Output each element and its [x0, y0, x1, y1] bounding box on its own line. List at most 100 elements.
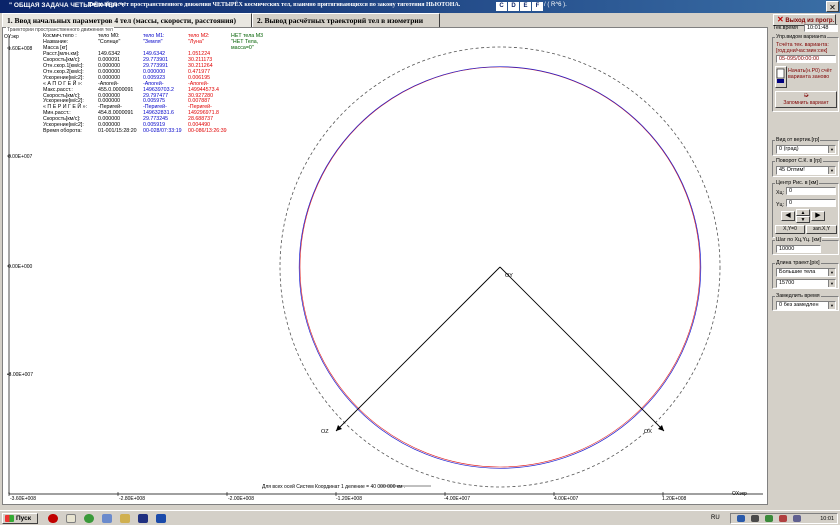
move-up-button[interactable]: ▲: [796, 209, 810, 216]
info-value-v3: масса=0": [231, 44, 254, 51]
x-tick-label: -1.20E+008: [336, 496, 362, 502]
start-button[interactable]: Пуск: [2, 513, 38, 524]
step-input[interactable]: 10000: [776, 245, 821, 253]
tray-icon[interactable]: [779, 515, 787, 522]
app-green-icon[interactable]: [84, 514, 94, 523]
app-blue-icon[interactable]: [138, 514, 148, 523]
oz-label: OZ: [321, 429, 329, 435]
window-close-button[interactable]: ✕: [826, 1, 839, 12]
y-axis-name: OYэкр: [4, 34, 19, 40]
move-right-button[interactable]: ▶: [811, 211, 825, 221]
info-value-v0: "Солнце": [98, 38, 121, 45]
letter-f: F: [532, 2, 543, 11]
view-angle-value: 0 (град): [779, 146, 799, 152]
reset-xy-button[interactable]: X,Y=0: [775, 225, 805, 234]
move-left-button[interactable]: ◀: [781, 211, 795, 221]
folder-icon[interactable]: [102, 514, 112, 523]
time-label: Тек.время: [773, 25, 798, 31]
slowdown-value: 0 без замедлен: [779, 302, 819, 308]
info-value-v1: "Земля": [143, 38, 163, 45]
view-group: Вид от вертик.[гр] 0 (град) ▼: [772, 137, 839, 156]
document-icon: [776, 68, 785, 83]
yc-input[interactable]: 0: [786, 199, 836, 207]
scale-note: Для всех осей Систем Координат 1 деление…: [262, 483, 405, 490]
length-bodies-select[interactable]: Большие тела ▼: [776, 268, 836, 277]
language-indicator[interactable]: RU: [711, 515, 720, 521]
taskbar: Пуск RU 10:01: [0, 510, 840, 525]
exit-icon: ✕: [777, 15, 784, 24]
yc-label: Yц:: [776, 202, 785, 208]
rotation-value: 45 Оптим!: [779, 167, 805, 173]
window-subtitle: Точный расчёт пространственного движения…: [88, 2, 461, 8]
word-icon[interactable]: [156, 514, 166, 523]
x-tick-label: -4.00E+007: [444, 496, 470, 502]
move-down-button[interactable]: ▼: [796, 216, 810, 223]
x-tick-label: -2.00E+008: [228, 496, 254, 502]
slowdown-group: Замедлить время 0 без замедлен ▼: [772, 293, 839, 311]
tray-icon[interactable]: [765, 515, 773, 522]
rotation-select[interactable]: 45 Оптим! ▼: [776, 166, 836, 175]
arrow-left-icon: ◀: [785, 212, 791, 219]
rotation-group: Поворот С.К. в [гр] 45 Оптим! ▼: [772, 158, 839, 177]
slowdown-select[interactable]: 0 без замедлен ▼: [776, 301, 836, 310]
xc-label: Хц:: [776, 190, 785, 196]
title-bar: " ОБЩАЯ ЗАДАЧА ЧЕТЫРЁХ ТЕЛ ": Точный рас…: [0, 0, 840, 13]
view-angle-select[interactable]: 0 (град) ▼: [776, 145, 836, 154]
save-xy-button[interactable]: зап.X,Y: [806, 225, 837, 234]
trajectory-panel: Траектории пространственного движения те…: [2, 27, 768, 505]
letter-e: E: [520, 2, 531, 11]
x-tick-label: -3.60E+008: [10, 496, 36, 502]
save-xy-label: зап.X,Y: [812, 226, 831, 232]
save-variant-label: Запомнить вариант: [783, 100, 829, 106]
rotation-group-title: Поворот С.К. в [гр]: [775, 158, 823, 164]
restart-label[interactable]: Начать(н.Р0) счёт варианта заново: [788, 68, 838, 80]
mgmt-title: Упр.видом варианта: [775, 34, 828, 40]
step-group-title: Шаг по Хц,Yц. [км]: [775, 237, 822, 243]
count-field: 05-095/00:00:00: [776, 55, 836, 63]
letter-c: C: [496, 2, 507, 11]
x-tick-label: 1.20E+008: [662, 496, 687, 502]
arrow-right-icon: ▶: [815, 212, 821, 219]
clock: 10:01: [820, 516, 834, 522]
body-info-table: тело М0: тело М1: тело М2: НЕТ тела М3 К…: [43, 33, 263, 134]
info-row-label: Время оборота:: [43, 128, 82, 135]
oz-axis-line: [335, 266, 501, 432]
restart-icon-button[interactable]: [775, 66, 787, 88]
y-tick-label: -8.00E+007: [7, 372, 33, 378]
document-icon[interactable]: [66, 514, 76, 523]
info-value-v2: 00-086/13:26:39: [188, 128, 227, 135]
info-value-v2: "Луна": [188, 38, 204, 45]
time-field: 10:01:48: [804, 24, 838, 32]
chevron-down-icon: ▼: [828, 269, 835, 276]
center-group: Центр Рис. в [км] Хц: 0 Yц: 0 ◀ ▲ ▼ ▶ X,…: [772, 180, 839, 238]
length-bodies-value: Большие тела: [779, 269, 816, 275]
windows-logo-icon: [5, 515, 14, 522]
tray-icon[interactable]: [793, 515, 801, 522]
tab-strip: 1. Ввод начальных параметров 4 тел (масс…: [0, 13, 770, 27]
chevron-down-icon: ▼: [828, 280, 835, 287]
ox-axis-line: [499, 266, 665, 432]
view-group-title: Вид от вертик.[гр]: [775, 137, 821, 143]
y-tick-label: 1.60E+008: [8, 46, 33, 52]
opera-icon[interactable]: [48, 514, 58, 523]
slowdown-group-title: Замедлить время: [775, 293, 821, 299]
y-tick-label: 8.00E+007: [8, 154, 33, 160]
arrow-down-icon: ▼: [800, 217, 806, 223]
length-value: 15700: [779, 280, 795, 286]
chevron-down-icon: ▼: [828, 302, 835, 309]
title-letter-buttons: C D E F: [496, 2, 543, 11]
reset-xy-label: X,Y=0: [783, 226, 797, 232]
close-icon: ✕: [829, 3, 836, 12]
xc-input[interactable]: 0: [786, 187, 836, 195]
tray-icon[interactable]: [751, 515, 759, 522]
center-group-title: Центр Рис. в [км]: [775, 180, 819, 186]
length-value-select[interactable]: 15700 ▼: [776, 279, 836, 288]
tab-trajectories[interactable]: 2. Вывод расчётных траекторий тел в изом…: [252, 13, 440, 27]
tray-icon[interactable]: [737, 515, 745, 522]
system-tray: RU 10:01: [711, 513, 838, 524]
step-group: Шаг по Хц,Yц. [км] 10000: [772, 237, 839, 255]
save-variant-button[interactable]: ➭ Запомнить вариант: [775, 91, 837, 108]
x-axis-name: OXэкр: [732, 491, 747, 497]
tab-input-params[interactable]: 1. Ввод начальных параметров 4 тел (масс…: [2, 13, 252, 27]
app-yellow-icon[interactable]: [120, 514, 130, 523]
